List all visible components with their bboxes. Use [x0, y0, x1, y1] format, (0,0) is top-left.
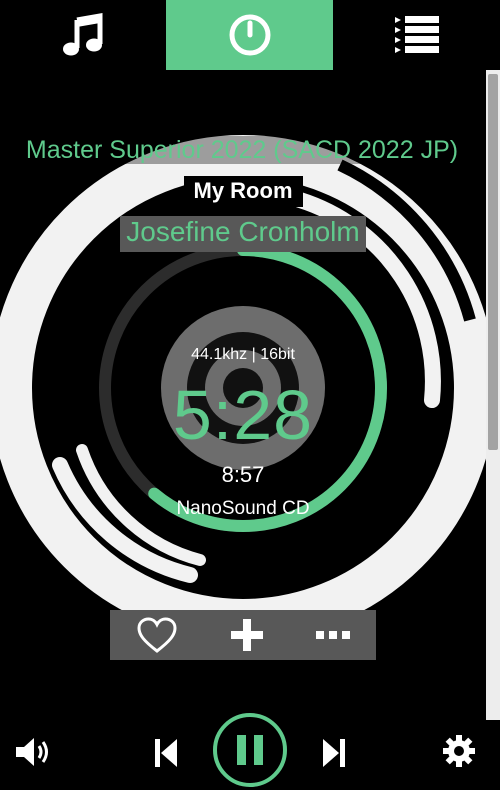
now-playing-area: Master Superior 2022 (SACD 2022 JP) My R… [0, 70, 500, 720]
pause-icon [213, 713, 287, 787]
play-pause-button[interactable] [210, 710, 290, 790]
gear-icon [443, 735, 475, 767]
next-button[interactable] [312, 732, 354, 774]
list-icon [394, 16, 439, 53]
ellipsis-icon [316, 631, 350, 639]
previous-button[interactable] [146, 732, 188, 774]
artist-name[interactable]: Josefine Cronholm [120, 216, 366, 252]
tab-queue[interactable] [333, 0, 500, 70]
heart-icon [137, 617, 177, 653]
top-tab-bar [0, 0, 500, 70]
next-icon [323, 739, 345, 767]
plus-icon [231, 619, 263, 651]
add-to-playlist-button[interactable] [220, 610, 274, 660]
album-title: Master Superior 2022 (SACD 2022 JP) [23, 136, 461, 164]
dial-icon [229, 14, 270, 56]
volume-button[interactable] [12, 730, 56, 774]
more-options-button[interactable] [306, 610, 360, 660]
track-duration: 8:57 [221, 462, 265, 487]
track-action-bar [110, 610, 376, 660]
settings-button[interactable] [438, 730, 480, 772]
tab-library[interactable] [0, 0, 166, 70]
volume-icon [16, 738, 48, 766]
tab-playback[interactable] [166, 0, 333, 70]
music-note-icon [63, 13, 103, 56]
audio-format: 44.1khz | 16bit [191, 346, 295, 363]
previous-icon [155, 739, 177, 767]
zone-name: My Room [183, 176, 303, 207]
elapsed-time: 5:28 [172, 376, 314, 454]
favorite-button[interactable] [130, 610, 184, 660]
scrollbar-thumb[interactable] [488, 74, 498, 450]
audio-source: NanoSound CD [176, 498, 310, 519]
